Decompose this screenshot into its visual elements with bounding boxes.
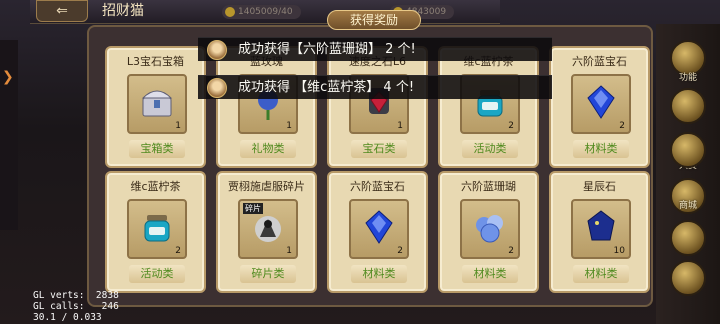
settings-icon[interactable] [670,260,706,296]
item-category-tag: 材料类 [351,265,407,283]
tea-jar-icon [144,215,170,242]
toast-text: 成功获得 【维c蓝柠茶】 4 个! [238,80,415,95]
side-menu-label: 功能 [678,73,697,83]
reward-item-name: 六阶蓝珊瑚 [461,180,516,193]
item-count: 1 [397,121,403,131]
item-category-tag: 材料类 [573,265,629,283]
reward-card[interactable]: 六阶蓝珊瑚 2 材料类 [438,171,539,293]
resource-counter-gold: 1405009/40 [222,5,301,19]
item-category-tag: 宝石类 [351,140,407,158]
item-count: 1 [286,246,292,256]
avatar [207,78,227,98]
item-count: 2 [508,246,514,256]
tournament-badge-icon[interactable] [670,132,706,168]
item-count: 2 [175,246,181,256]
reward-card[interactable]: 星辰石 10 材料类 [549,171,650,293]
reward-card[interactable]: 六阶蓝宝石 2 材料类 [327,171,428,293]
tournament-icon[interactable] [670,88,706,124]
item-slot: 2 [460,199,520,259]
item-slot: 1 [127,74,187,134]
item-category-tag: 宝箱类 [129,140,185,158]
reward-toast: 成功获得【六阶蓝珊瑚】 2 个! [198,37,552,61]
reward-toast: 成功获得 【维c蓝柠茶】 4 个! [198,75,552,99]
sapphire-icon [587,85,615,119]
item-count: 1 [286,121,292,131]
item-slot: 10 [571,199,631,259]
reward-card[interactable]: 维c蓝柠茶 2 活动类 [105,171,206,293]
reward-card[interactable]: 六阶蓝宝石 2 材料类 [549,46,650,168]
debug-overlay-calls: GL calls: 246 [33,301,119,312]
item-category-tag: 活动类 [462,140,518,158]
back-button[interactable]: ⇐ [36,0,88,22]
item-slot: 2 [349,199,409,259]
side-menu-label: 商城 [678,201,697,211]
item-count: 10 [613,246,625,256]
reward-card[interactable]: 贾栩施虐服碎片 碎片 1 碎片类 [216,171,317,293]
avatar [207,40,227,60]
item-count: 2 [397,246,403,256]
item-slot: 2 [571,74,631,134]
item-category-tag: 礼物类 [240,140,296,158]
item-count: 1 [175,121,181,131]
item-count: 2 [619,121,625,131]
item-count: 2 [508,121,514,131]
reward-item-name: 贾栩施虐服碎片 [228,180,305,193]
blue-coral-icon [476,215,503,243]
item-slot: 碎片 1 [238,199,298,259]
gear-icon[interactable] [670,220,706,256]
page-title: 招财猫 [102,3,144,19]
reward-item-name: 六阶蓝宝石 [572,55,627,68]
reward-panel-title: 获得奖励 [327,10,421,30]
item-category-tag: 活动类 [129,265,185,283]
item-category-tag: 材料类 [573,140,629,158]
item-category-tag: 材料类 [462,265,518,283]
debug-overlay-fps: 30.1 / 0.033 [33,312,102,323]
item-category-tag: 碎片类 [240,265,296,283]
reward-card[interactable]: 速度之石L6 1 宝石类 [327,46,428,168]
treasure-chest-icon [141,90,173,117]
reward-item-name: 六阶蓝宝石 [350,180,405,193]
reward-item-name: 星辰石 [583,180,616,193]
item-slot: 2 [127,199,187,259]
toast-text: 成功获得【六阶蓝珊瑚】 2 个! [238,42,416,57]
reward-card[interactable]: L3宝石宝箱 1 宝箱类 [105,46,206,168]
expand-arrow-icon[interactable]: ❯ [2,70,16,84]
reward-item-name: L3宝石宝箱 [126,55,185,68]
reward-card[interactable]: 维c蓝柠茶 2 活动类 [438,46,539,168]
star-stone-icon [587,210,615,241]
reward-card[interactable]: 蓝玫瑰 1 礼物类 [216,46,317,168]
sapphire-icon [365,210,393,244]
debug-overlay-verts: GL verts: 2838 [33,290,119,301]
reward-item-name: 维c蓝柠茶 [130,180,181,193]
fragment-badge: 碎片 [243,203,263,214]
